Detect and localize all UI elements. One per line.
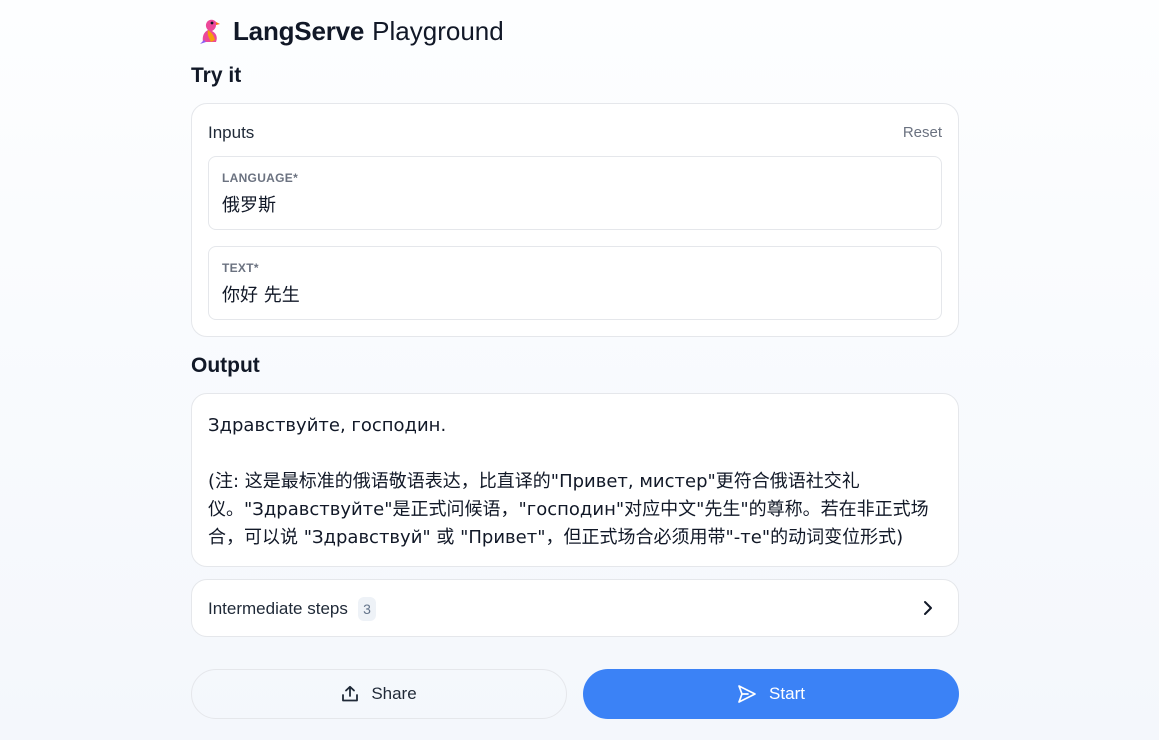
text-field[interactable]: TEXT* <box>208 246 942 320</box>
text-label: TEXT* <box>222 261 259 275</box>
language-input[interactable] <box>222 193 922 214</box>
brand-subtitle: Playground <box>372 15 504 46</box>
language-field[interactable]: LANGUAGE* <box>208 156 942 230</box>
inputs-title: Inputs <box>208 123 255 142</box>
output-card: Здравствуйте, господин. (注: 这是最标准的俄语敬语表达… <box>191 393 959 567</box>
start-label: Start <box>769 684 805 703</box>
send-icon <box>738 685 756 703</box>
language-label: LANGUAGE* <box>222 171 299 185</box>
steps-count-badge: 3 <box>358 597 376 621</box>
reset-button[interactable]: Reset <box>903 124 942 141</box>
intermediate-steps-label: Intermediate steps <box>208 599 348 618</box>
start-button[interactable]: Start <box>583 669 959 719</box>
share-button[interactable]: Share <box>191 669 567 719</box>
output-text: Здравствуйте, господин. (注: 这是最标准的俄语敬语表达… <box>208 415 929 548</box>
intermediate-steps-toggle[interactable]: Intermediate steps 3 <box>191 579 959 637</box>
parrot-icon <box>200 19 220 44</box>
share-label: Share <box>371 684 417 703</box>
output-heading: Output <box>191 354 260 377</box>
brand-name: LangServe <box>233 15 365 46</box>
chevron-right-icon <box>924 601 932 615</box>
brand-header: LangServe Playground <box>191 14 504 48</box>
share-icon <box>342 685 359 702</box>
text-input[interactable] <box>222 283 922 304</box>
inputs-card: Inputs Reset LANGUAGE* TEXT* <box>191 103 959 337</box>
try-it-heading: Try it <box>191 64 242 87</box>
